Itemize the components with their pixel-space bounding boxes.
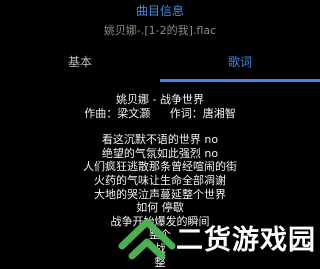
tab-lyrics[interactable]: 歌词 — [160, 46, 320, 82]
file-name: 姚贝娜-.[1-2的我].flac — [103, 24, 217, 37]
active-tab-indicator — [160, 79, 320, 82]
song-title: 姚贝娜 - 战争世界 — [116, 93, 204, 106]
lyric-line: 火药的气味让生命全部凋谢 — [94, 173, 226, 187]
watermark: 二货游戏园 — [118, 210, 320, 265]
lyric-line: 人们疯狂逃散那条曾经喧闹的街 — [83, 160, 237, 174]
lyric-line: 大地的哭泣声蔓延整个世界 — [94, 187, 226, 201]
lyric-line: 看这沉默不语的世界 no — [101, 133, 219, 147]
credits-row: 作曲：梁文灏 作词：唐湘智 — [0, 107, 320, 121]
tab-basic-label: 基本 — [67, 55, 92, 69]
dialog-title: 曲目信息 — [135, 4, 184, 18]
lyric-line: 绝望的气氛如此强烈 no — [101, 146, 219, 160]
lyricist-credit: 作词：唐湘智 — [169, 106, 236, 120]
tab-lyrics-label: 歌词 — [227, 55, 252, 69]
lyrics-spacer — [0, 120, 320, 133]
tab-bar: 基本 歌词 — [0, 46, 320, 82]
tab-basic[interactable]: 基本 — [0, 46, 160, 82]
watermark-logo-icon — [118, 218, 176, 259]
watermark-text: 二货游戏园 — [176, 225, 316, 256]
composer-credit: 作曲：梁文灏 — [84, 106, 151, 120]
